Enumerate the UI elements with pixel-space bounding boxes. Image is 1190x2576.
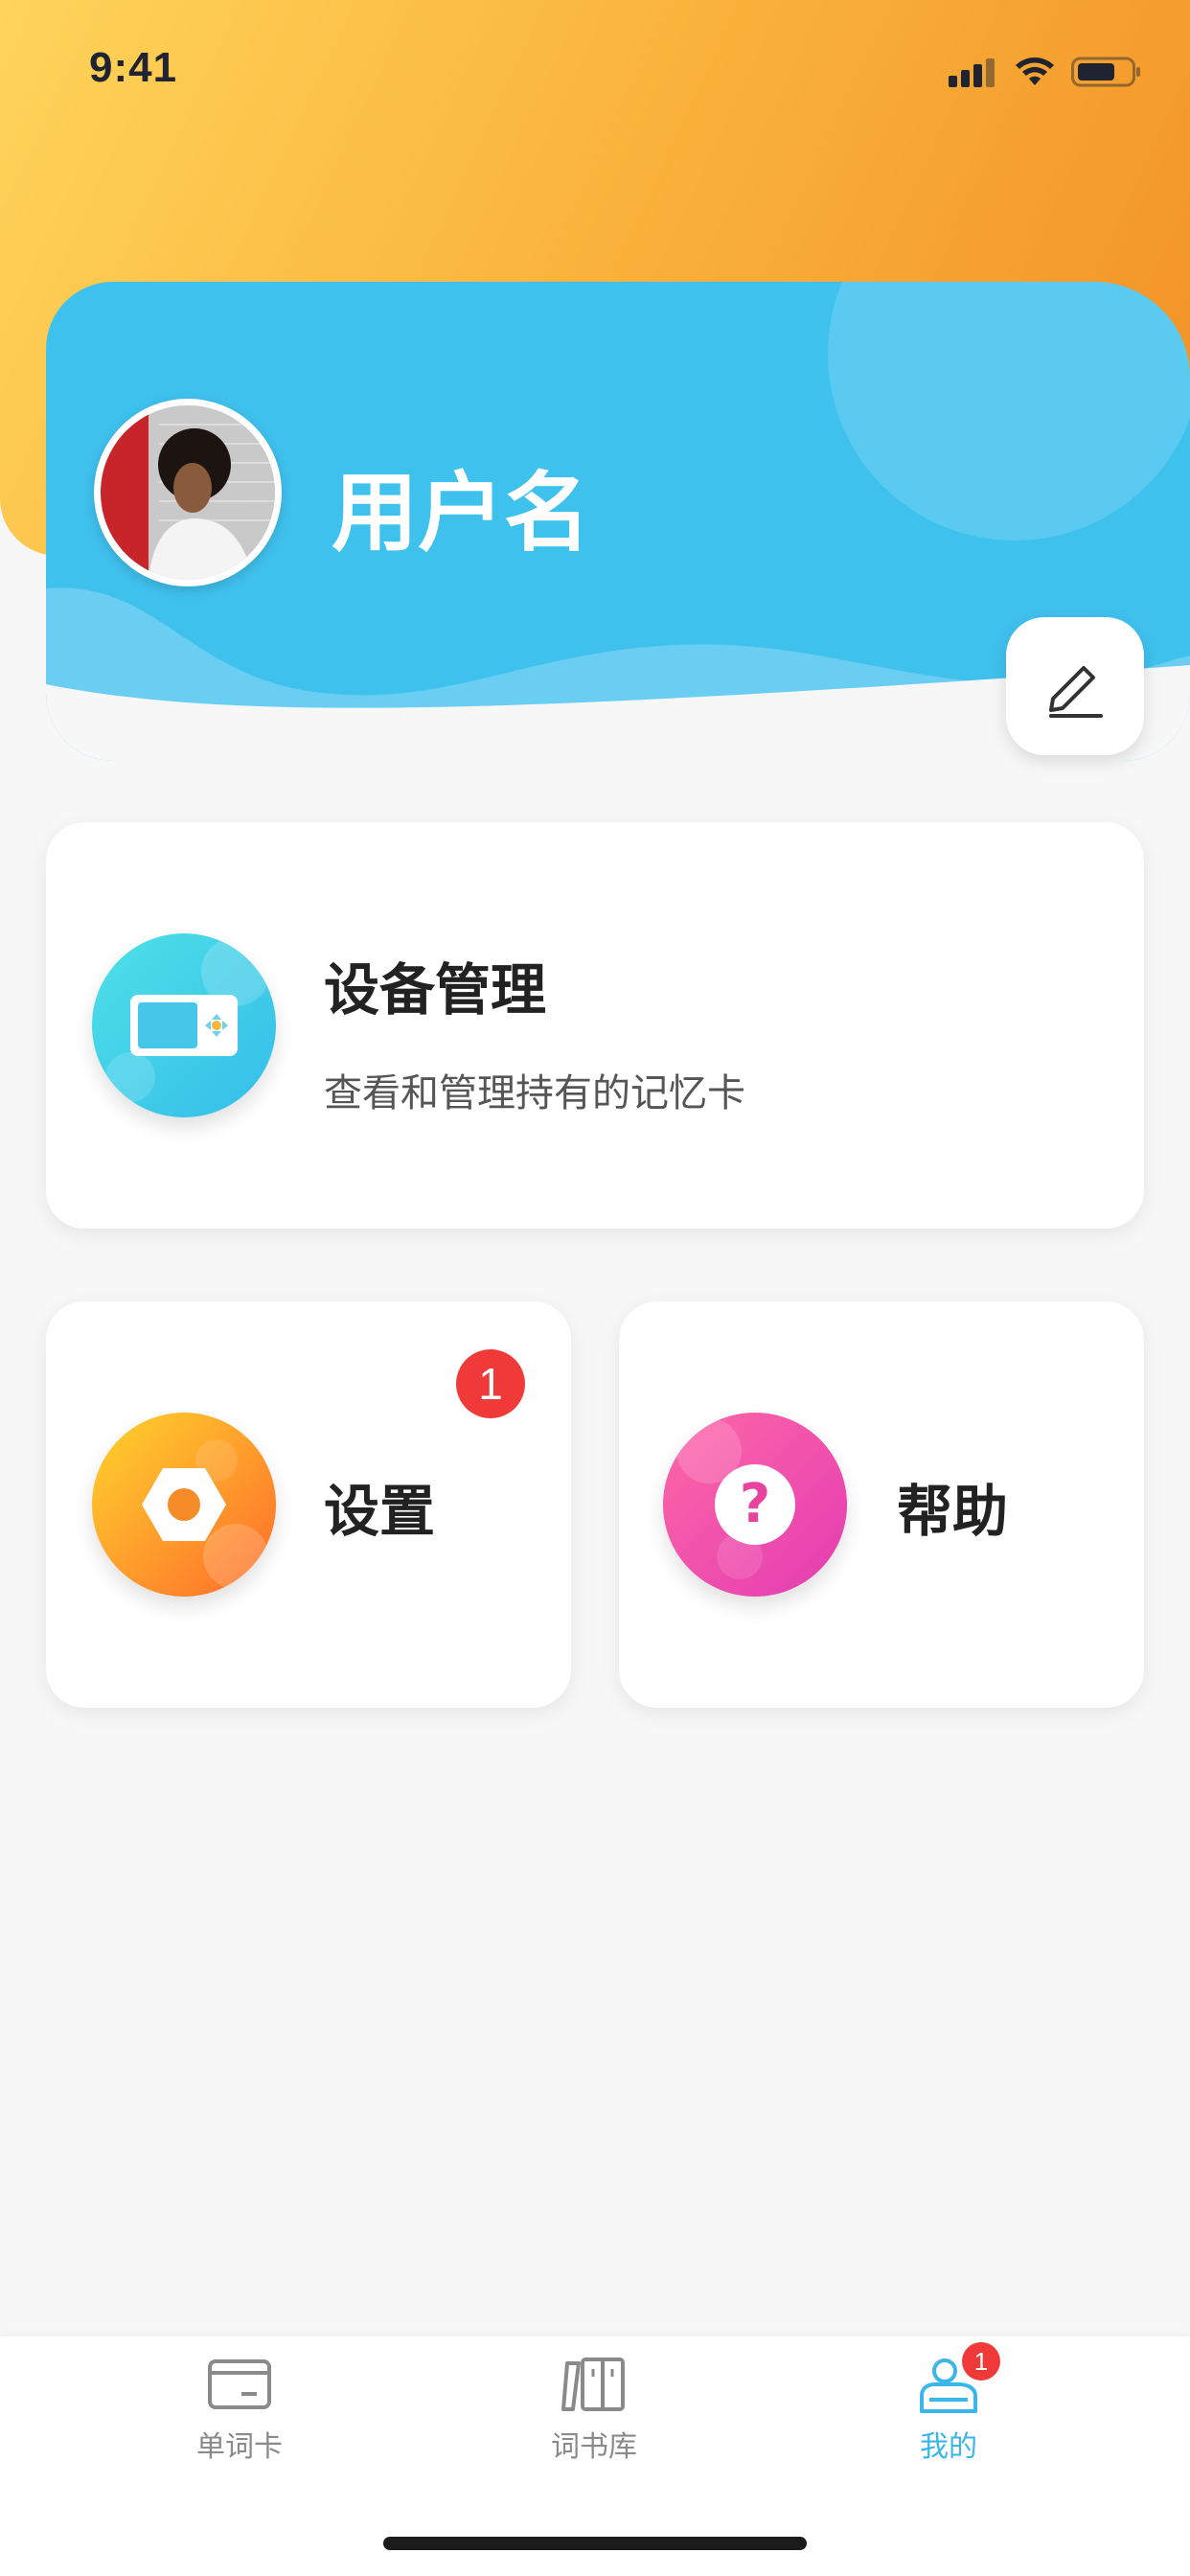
settings-badge: 1	[456, 1349, 525, 1418]
help-card-title: 帮助	[897, 1479, 1009, 1544]
edit-profile-button[interactable]	[1006, 617, 1144, 755]
svg-text:?: ?	[740, 1473, 770, 1535]
settings-icon	[92, 1413, 276, 1597]
username: 用户名	[332, 463, 590, 564]
help-card[interactable]: ? 帮助	[619, 1301, 1144, 1708]
battery-icon	[1071, 57, 1140, 87]
card-icon	[208, 2359, 271, 2409]
avatar-photo	[101, 405, 275, 580]
tab-mine[interactable]: 1 我的	[805, 2342, 1092, 2499]
settings-card[interactable]: 设置 1	[46, 1301, 571, 1708]
device-card-subtitle: 查看和管理持有的记忆卡	[324, 1071, 745, 1116]
cellular-signal-icon	[949, 58, 995, 87]
status-time: 9:41	[89, 44, 178, 91]
status-bar: 9:41	[0, 0, 1190, 134]
tab-book-library[interactable]: 词书库	[450, 2356, 738, 2499]
pencil-icon	[1049, 666, 1103, 718]
avatar[interactable]	[94, 399, 282, 586]
home-indicator	[383, 2537, 807, 2550]
status-icons	[949, 56, 1142, 88]
wifi-icon	[1016, 58, 1054, 85]
tab-badge: 1	[962, 2342, 1000, 2380]
decor-bubble	[828, 282, 1190, 540]
tab-label: 词书库	[551, 2430, 637, 2464]
settings-card-title: 设置	[324, 1479, 436, 1544]
help-icon: ?	[663, 1413, 847, 1597]
device-icon	[92, 933, 276, 1117]
tab-label: 我的	[920, 2430, 977, 2464]
device-management-card[interactable]: 设备管理 查看和管理持有的记忆卡	[46, 822, 1144, 1229]
tab-word-cards[interactable]: 单词卡	[96, 2356, 383, 2499]
library-icon	[561, 2358, 625, 2411]
device-card-title: 设备管理	[324, 957, 547, 1023]
tab-label: 单词卡	[196, 2430, 283, 2464]
